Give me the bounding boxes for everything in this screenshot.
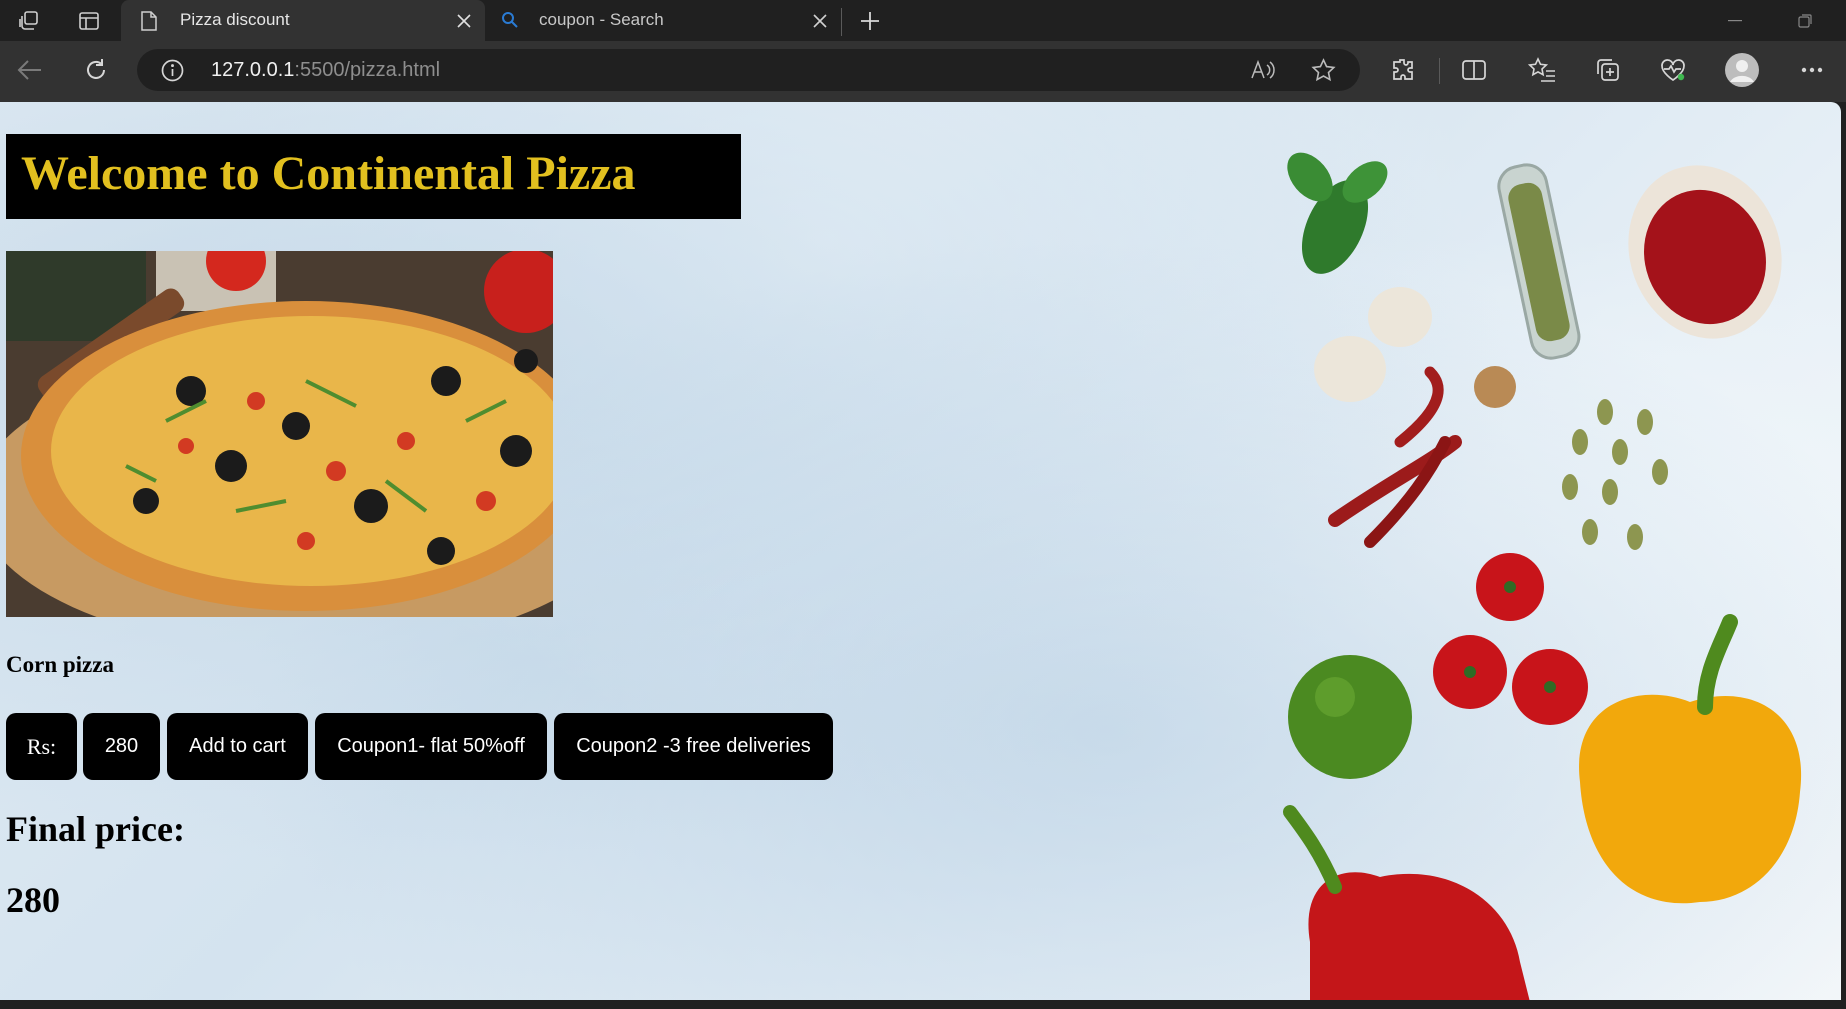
url-path: :5500/pizza.html	[294, 59, 441, 81]
url-host: 127.0.0.1	[211, 59, 295, 81]
browser-essentials-icon[interactable]	[1651, 41, 1695, 99]
page-title: Welcome to Continental Pizza	[21, 147, 636, 200]
refresh-icon[interactable]	[74, 41, 118, 99]
tab-divider	[841, 8, 842, 36]
workspaces-icon[interactable]	[12, 0, 46, 41]
read-aloud-icon[interactable]	[1250, 59, 1276, 85]
restore-icon[interactable]	[1785, 0, 1825, 41]
tab-coupon-search[interactable]: coupon - Search	[487, 0, 839, 42]
page-viewport: Welcome to Continental Pizza Corn pizza …	[0, 102, 1841, 1000]
more-options-icon[interactable]	[1790, 41, 1834, 99]
pizza-image	[6, 251, 553, 617]
tab-pizza-discount[interactable]: Pizza discount	[121, 0, 485, 42]
vertical-tabs-icon[interactable]	[72, 0, 106, 41]
basil-leaves	[1287, 152, 1388, 274]
ingredients-illustration	[1283, 152, 1802, 1000]
site-info-icon[interactable]	[161, 59, 184, 86]
favorite-star-icon[interactable]	[1311, 58, 1336, 87]
price-label-button[interactable]: Rs:	[6, 713, 77, 780]
extensions-icon[interactable]	[1381, 41, 1425, 99]
tab-strip: Pizza discount coupon - Search	[0, 0, 1846, 42]
new-tab-icon[interactable]	[853, 0, 887, 41]
coupon1-button[interactable]: Coupon1- flat 50%off	[315, 713, 547, 780]
close-tab-icon[interactable]	[809, 10, 831, 32]
tab-title: Pizza discount	[180, 10, 290, 29]
address-bar[interactable]: 127.0.0.1:5500/pizza.html	[137, 49, 1360, 91]
final-price-label: Final price:	[6, 809, 185, 849]
split-screen-icon[interactable]	[1452, 41, 1496, 99]
heading-banner: Welcome to Continental Pizza	[6, 134, 741, 219]
close-tab-icon[interactable]	[453, 10, 475, 32]
final-price-value: 280	[6, 880, 60, 920]
tab-title: coupon - Search	[539, 10, 664, 29]
window-bottom-edge	[0, 1000, 1846, 1009]
search-icon	[501, 11, 519, 33]
price-value-button[interactable]: 280	[83, 713, 160, 780]
minimize-icon[interactable]	[1715, 0, 1755, 41]
url-text[interactable]: 127.0.0.1:5500/pizza.html	[211, 49, 440, 91]
page-icon	[139, 10, 159, 36]
toolbar-divider	[1439, 58, 1440, 84]
back-icon[interactable]	[8, 41, 52, 99]
profile-avatar[interactable]	[1722, 41, 1762, 99]
favorites-icon[interactable]	[1520, 41, 1564, 99]
add-to-cart-button[interactable]: Add to cart	[167, 713, 308, 780]
browser-toolbar: 127.0.0.1:5500/pizza.html	[0, 41, 1846, 102]
item-name: Corn pizza	[6, 652, 114, 677]
collections-icon[interactable]	[1586, 41, 1630, 99]
coupon2-button[interactable]: Coupon2 -3 free deliveries	[554, 713, 833, 780]
